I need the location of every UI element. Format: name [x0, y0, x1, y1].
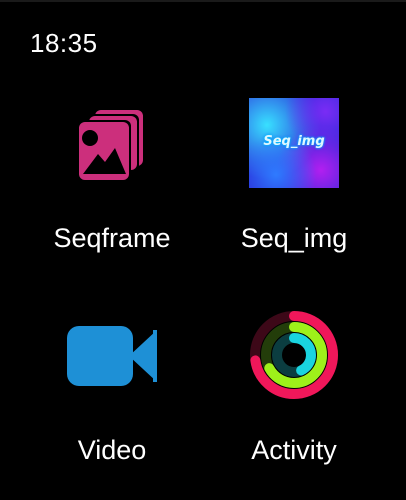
app-video[interactable]: Video — [22, 310, 202, 500]
seq-img-thumbnail: Seq_img — [249, 98, 339, 188]
status-time: 18:35 — [30, 28, 98, 58]
seq-img-thumbnail-text: Seq_img — [263, 134, 325, 149]
app-label-activity: Activity — [251, 435, 337, 465]
app-label-video: Video — [77, 435, 147, 465]
activity-rings-icon — [250, 311, 338, 399]
app-activity[interactable]: Activity — [204, 310, 384, 500]
app-seq-img[interactable]: Seq_img Seq_img — [204, 98, 384, 288]
video-camera-icon — [67, 326, 157, 386]
app-seqframe[interactable]: Seqframe — [22, 98, 202, 288]
app-label-seqframe: Seqframe — [53, 223, 171, 253]
photo-stack-icon — [77, 110, 143, 182]
screen-top-edge — [0, 0, 406, 2]
app-label-seq-img: Seq_img — [240, 223, 348, 253]
